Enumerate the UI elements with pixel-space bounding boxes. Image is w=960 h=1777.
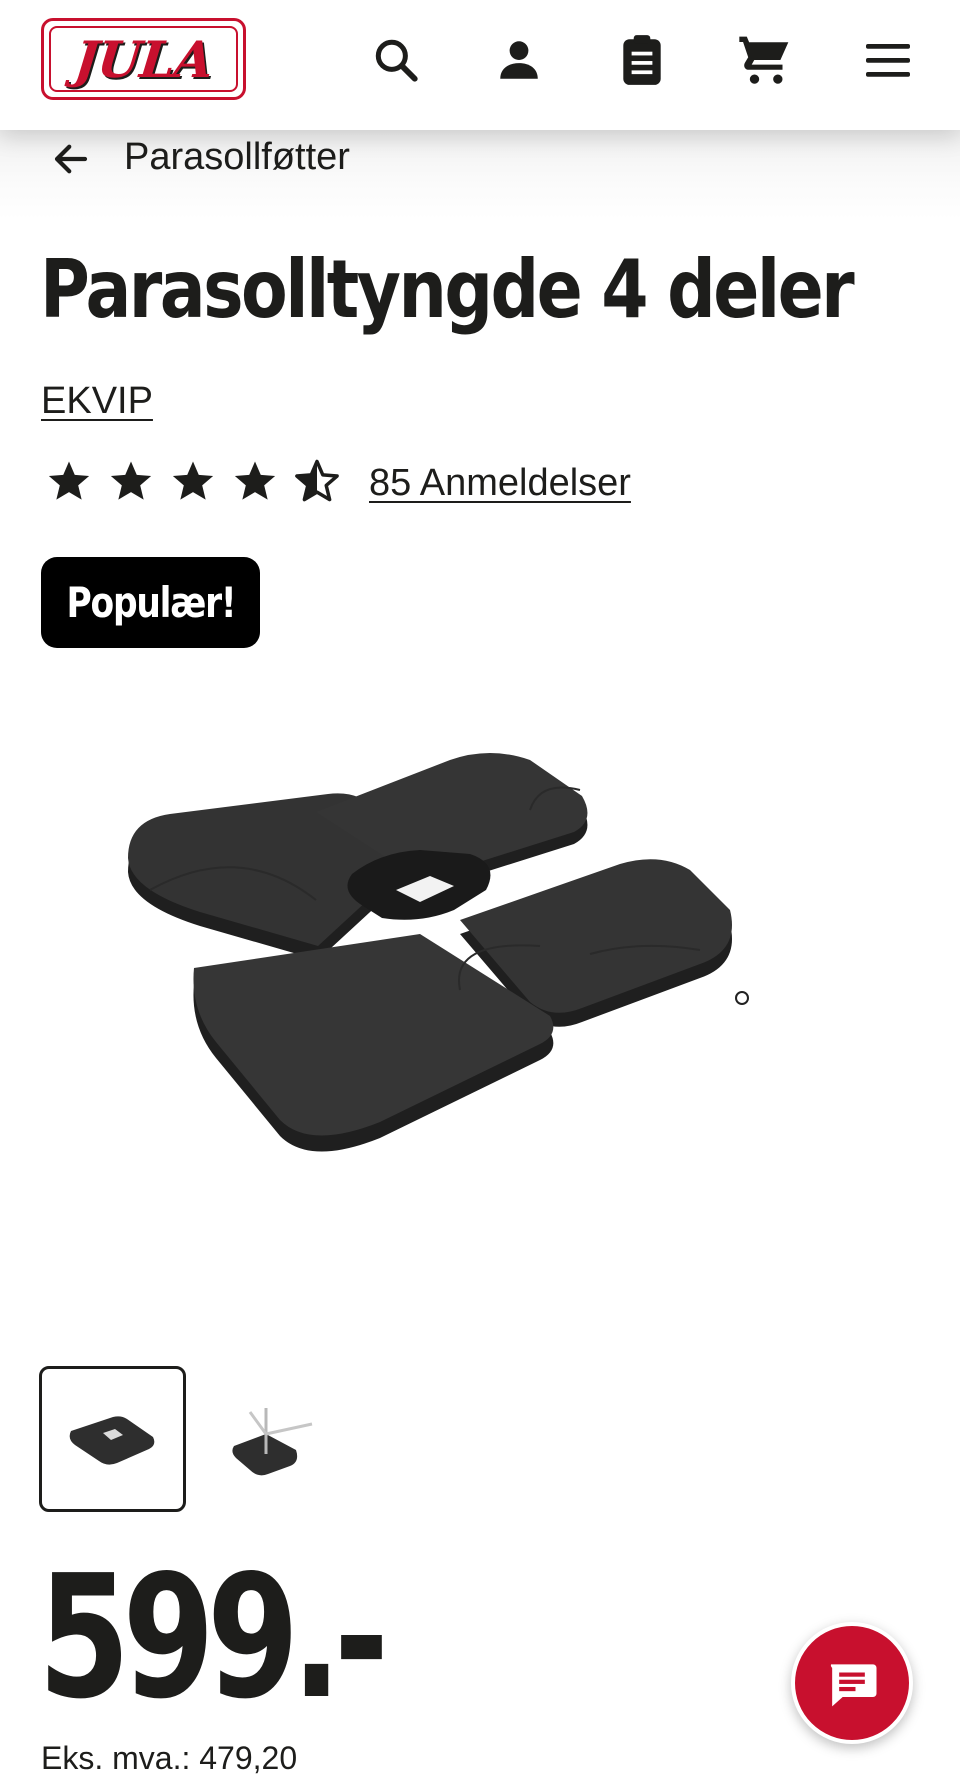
logo-text: JULA	[71, 29, 216, 89]
thumbnail-image	[69, 1416, 154, 1465]
product-image[interactable]	[120, 740, 840, 1160]
star-full-icon	[234, 461, 276, 500]
price-ex-vat: Eks. mva.: 479,20	[41, 1740, 298, 1776]
breadcrumb-link[interactable]: Parasollføtter	[124, 134, 350, 180]
knob	[735, 991, 749, 1005]
clipboard-icon[interactable]	[612, 30, 672, 90]
arrow-left-icon[interactable]	[50, 138, 92, 180]
star-full-icon	[172, 461, 214, 500]
badge-label: Populær!	[66, 578, 236, 627]
thumbnail-1[interactable]	[39, 1366, 186, 1512]
thumbnail-image	[231, 1408, 312, 1476]
price: 599.-	[38, 1539, 389, 1737]
account-icon[interactable]	[489, 30, 549, 90]
chat-button[interactable]	[791, 1622, 913, 1744]
brand-link[interactable]: EKVIP	[41, 378, 153, 424]
chat-icon	[830, 1664, 877, 1707]
star-half-icon	[295, 459, 339, 502]
thumbnail-2[interactable]	[197, 1366, 344, 1512]
popular-badge: Populær!	[41, 557, 260, 648]
product-title: Parasolltyngde 4 deler	[40, 243, 855, 336]
logo-inner: JULA	[49, 26, 238, 92]
site-header: JULA	[0, 0, 960, 130]
reviews-link[interactable]: 85 Anmeldelser	[369, 460, 631, 506]
cart-icon[interactable]	[735, 30, 795, 90]
menu-icon[interactable]	[858, 30, 918, 90]
star-full-icon	[48, 461, 90, 500]
jula-logo[interactable]: JULA	[41, 18, 246, 100]
star-full-icon	[110, 461, 152, 500]
search-icon[interactable]	[366, 30, 426, 90]
rating-stars[interactable]	[46, 458, 340, 504]
